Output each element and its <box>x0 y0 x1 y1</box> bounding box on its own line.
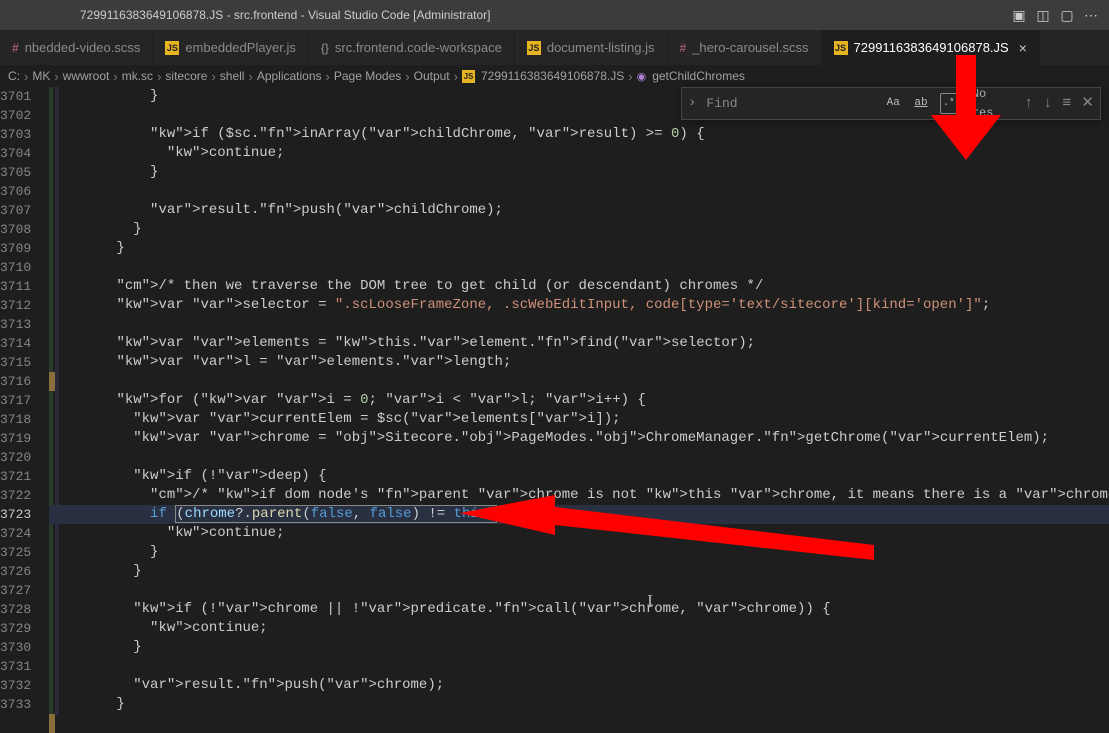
tab-document-listing-js[interactable]: JS document-listing.js <box>515 30 668 65</box>
code-line[interactable]: } <box>49 239 1109 258</box>
close-find-button[interactable]: ✕ <box>1081 94 1094 113</box>
breadcrumb-item[interactable]: sitecore <box>165 69 207 83</box>
code-line[interactable]: } <box>49 220 1109 239</box>
code-line[interactable]: "kw">for ("kw">var "var">i = 0; "var">i … <box>49 391 1109 410</box>
breadcrumb-item[interactable]: JS7299116383649106878.JS <box>462 69 624 83</box>
title-icons: ▣ ◫ ▢ ⋯ <box>1011 7 1099 23</box>
js-icon: JS <box>834 41 848 55</box>
breadcrumb[interactable]: C:›MK›wwwroot›mk.sc›sitecore›shell›Appli… <box>0 65 1109 87</box>
line-gutter: 3701370237033704370537063707370837093710… <box>0 87 49 715</box>
split-icon[interactable]: ◫ <box>1035 7 1051 23</box>
code-line[interactable]: "kw">var "var">elements = "kw">this."var… <box>49 334 1109 353</box>
find-widget[interactable]: › Aa ab .* No res ↑ ↓ ≡ ✕ <box>681 87 1101 120</box>
code-line[interactable]: "kw">continue; <box>49 524 1109 543</box>
code-line[interactable] <box>49 372 1109 391</box>
code-line[interactable]: "kw">var "var">chrome = "obj">Sitecore."… <box>49 429 1109 448</box>
breadcrumb-item[interactable]: Page Modes <box>334 69 401 83</box>
code-line[interactable]: "kw">var "var">l = "var">elements."var">… <box>49 353 1109 372</box>
chevron-right-icon: › <box>157 69 161 84</box>
code-line[interactable]: "cm">/* "kw">if dom node's "fn">parent "… <box>49 486 1109 505</box>
chevron-right-icon: › <box>211 69 215 84</box>
window-title: 7299116383649106878.JS - src.frontend - … <box>80 8 1011 22</box>
chevron-right-icon: › <box>454 69 458 84</box>
tabs-bar: # nbedded-video.scss JS embeddedPlayer.js {}… <box>0 30 1109 65</box>
tab-label: _hero-carousel.scss <box>692 40 808 55</box>
next-match-button[interactable]: ↓ <box>1043 94 1052 113</box>
js-icon: JS <box>527 41 541 55</box>
tab-label: document-listing.js <box>547 40 655 55</box>
find-result-text: No res <box>972 85 1015 123</box>
code-line[interactable]: } <box>49 543 1109 562</box>
js-icon: JS <box>165 41 179 55</box>
chevron-right-icon: › <box>113 69 117 84</box>
code-line[interactable]: "cm">/* then we traverse the DOM tree to… <box>49 277 1109 296</box>
tab-src-frontend-code-workspace[interactable]: {} src.frontend.code-workspace <box>309 30 515 65</box>
breadcrumb-item[interactable]: shell <box>220 69 245 83</box>
js-icon: JS <box>462 70 475 83</box>
match-case-button[interactable]: Aa <box>884 94 902 113</box>
code-body[interactable]: } "kw">if ($sc."fn">inArray("var">childC… <box>49 87 1109 715</box>
code-line[interactable] <box>49 258 1109 277</box>
code-line[interactable] <box>49 448 1109 467</box>
tab-label: nbedded-video.scss <box>25 40 141 55</box>
workspace-icon: {} <box>321 41 329 55</box>
code-line[interactable] <box>49 182 1109 201</box>
breadcrumb-item[interactable]: mk.sc <box>122 69 153 83</box>
method-icon: ◉ <box>637 70 647 83</box>
panel-icon[interactable]: ▢ <box>1059 7 1075 23</box>
breadcrumb-item[interactable]: wwwroot <box>63 69 110 83</box>
code-line[interactable]: "kw">if (!"var">deep) { <box>49 467 1109 486</box>
code-line[interactable] <box>49 581 1109 600</box>
breadcrumb-item[interactable]: ◉getChildChromes <box>637 69 745 83</box>
find-input[interactable] <box>706 92 874 115</box>
code-line[interactable] <box>49 315 1109 334</box>
close-tab-button[interactable]: × <box>1019 40 1027 56</box>
tab-label: embeddedPlayer.js <box>185 40 296 55</box>
prev-match-button[interactable]: ↑ <box>1024 94 1033 113</box>
title-bar: 7299116383649106878.JS - src.frontend - … <box>0 0 1109 30</box>
breadcrumb-item[interactable]: MK <box>32 69 50 83</box>
tab-embeddedplayer-js[interactable]: JS embeddedPlayer.js <box>153 30 309 65</box>
breadcrumb-item[interactable]: C: <box>8 69 20 83</box>
editor[interactable]: 3701370237033704370537063707370837093710… <box>0 87 1109 715</box>
code-line[interactable]: } <box>49 695 1109 714</box>
code-line[interactable]: "var">result."fn">push("var">childChrome… <box>49 201 1109 220</box>
find-menu-icon[interactable]: ≡ <box>1062 94 1071 113</box>
whole-word-button[interactable]: ab <box>912 94 930 113</box>
breadcrumb-item[interactable]: Output <box>414 69 450 83</box>
sass-icon: # <box>680 41 687 55</box>
code-line[interactable]: "kw">if (!"var">chrome || !"var">predica… <box>49 600 1109 619</box>
tab-label: src.frontend.code-workspace <box>335 40 502 55</box>
tab-label: 7299116383649106878.JS <box>854 40 1009 55</box>
tab-7299116383649106878-js[interactable]: JS 7299116383649106878.JS × <box>822 30 1040 65</box>
chevron-right-icon: › <box>248 69 252 84</box>
sass-icon: # <box>12 41 19 55</box>
tab-nbedded-video-scss[interactable]: # nbedded-video.scss <box>0 30 153 65</box>
chevron-right-icon: › <box>405 69 409 84</box>
chevron-right-icon: › <box>326 69 330 84</box>
regex-button[interactable]: .* <box>940 93 958 114</box>
chevron-right-icon: › <box>628 69 632 84</box>
code-line[interactable]: "var">result."fn">push("var">chrome); <box>49 676 1109 695</box>
text-cursor-icon: I <box>647 592 653 611</box>
chevron-right-icon: › <box>24 69 28 84</box>
more-icon[interactable]: ⋯ <box>1083 7 1099 23</box>
code-line[interactable]: "kw">continue; <box>49 619 1109 638</box>
code-line[interactable]: if (chrome?.parent(false, false) != this… <box>49 505 1109 524</box>
breadcrumb-item[interactable]: Applications <box>257 69 322 83</box>
code-line[interactable]: "kw">var "var">selector = ".scLooseFrame… <box>49 296 1109 315</box>
layout-icon[interactable]: ▣ <box>1011 7 1027 23</box>
code-line[interactable]: "kw">if ($sc."fn">inArray("var">childChr… <box>49 125 1109 144</box>
chevron-right-icon: › <box>54 69 58 84</box>
tab--hero-carousel-scss[interactable]: # _hero-carousel.scss <box>668 30 822 65</box>
code-line[interactable]: "kw">continue; <box>49 144 1109 163</box>
code-line[interactable]: } <box>49 562 1109 581</box>
chevron-right-icon[interactable]: › <box>688 94 696 113</box>
code-line[interactable]: } <box>49 638 1109 657</box>
code-line[interactable]: } <box>49 163 1109 182</box>
code-line[interactable]: "kw">var "var">currentElem = $sc("var">e… <box>49 410 1109 429</box>
code-line[interactable] <box>49 657 1109 676</box>
